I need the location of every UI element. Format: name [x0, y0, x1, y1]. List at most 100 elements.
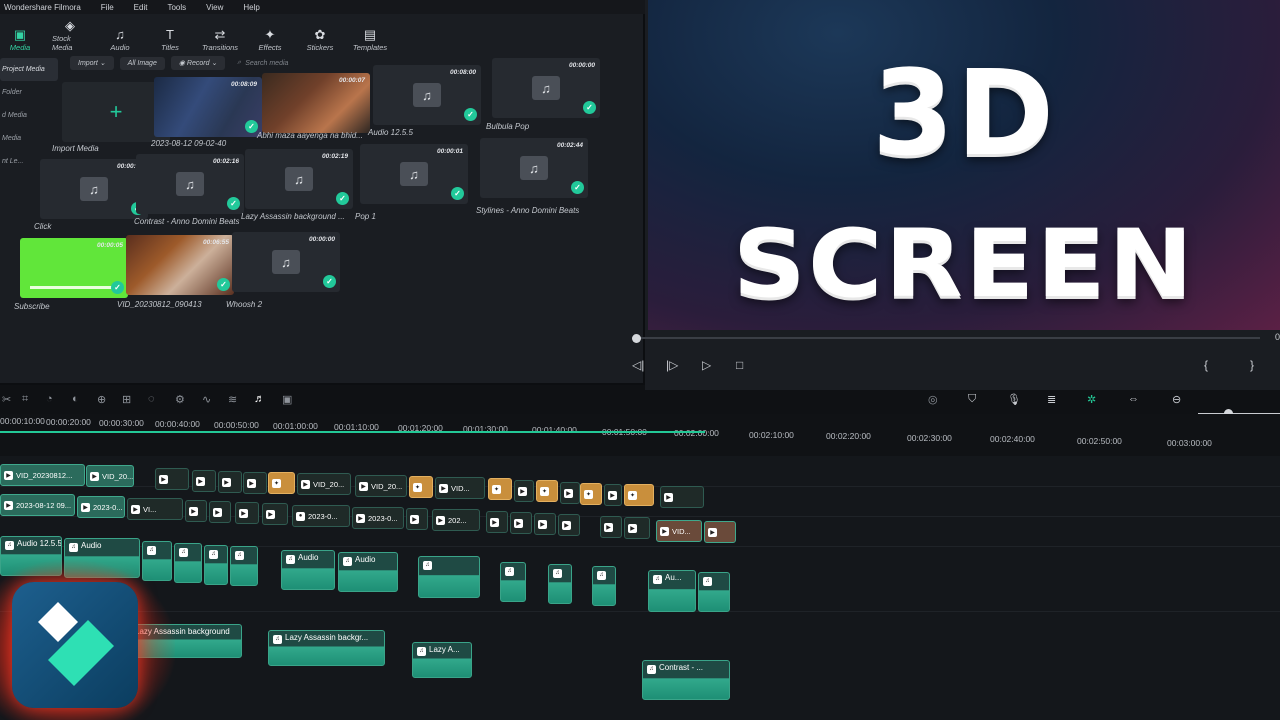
render-icon[interactable]: ◎ [928, 393, 938, 406]
mic-icon[interactable]: 🎙 [1007, 393, 1021, 406]
shield-icon[interactable]: ⛉ [968, 393, 976, 406]
beat-icon[interactable]: ♬ [254, 393, 265, 405]
media-card[interactable]: 00:00:01♫✓ [40, 159, 148, 219]
audio-clip[interactable]: ♫ [500, 562, 526, 602]
ai-icon[interactable]: ✲ [1087, 393, 1096, 406]
tab-templates[interactable]: ▤ Templates [352, 27, 388, 56]
timeline-clip[interactable]: ▶ [704, 521, 736, 543]
media-card[interactable]: 00:02:44 ♫ ✓ [480, 138, 588, 198]
audio-clip[interactable]: ♫ [204, 545, 228, 585]
timeline-clip[interactable]: ▶ VID_20230812... [0, 464, 85, 486]
eq-icon[interactable]: ≋ [228, 393, 237, 406]
zoom-out-icon[interactable]: ⊖ [1172, 393, 1181, 406]
timeline-clip[interactable]: ● 2023-0... [292, 505, 350, 527]
timeline-clip[interactable]: ▶ [218, 471, 242, 493]
tab-media[interactable]: ▣ Media [2, 27, 38, 56]
time-ruler[interactable]: 00:00:10:00 00:00:20:00 00:00:30:00 00:0… [0, 414, 1280, 456]
tab-stickers[interactable]: ✿ Stickers [302, 27, 338, 56]
play-icon[interactable]: ▷ [702, 358, 711, 372]
media-card[interactable]: 00:02:16 ♫ ✓ [136, 154, 244, 214]
timeline-clip[interactable]: ▶ VID... [435, 477, 485, 499]
preview-scrubber[interactable]: 0 [632, 332, 1280, 343]
timeline-sticker-clip[interactable]: ✦ [268, 472, 295, 494]
timeline-sticker-clip[interactable]: ✦ [624, 484, 654, 506]
timeline-clip[interactable]: ▶ [510, 512, 532, 534]
media-card[interactable]: 00:00:07 [262, 73, 370, 133]
adjust-icon[interactable]: ⚙ [175, 393, 185, 406]
timeline-sticker-clip[interactable]: ✦ [580, 483, 602, 505]
tab-audio[interactable]: ♫ Audio [102, 27, 138, 56]
fit-icon[interactable]: ⇔ [1128, 393, 1139, 405]
timeline-clip[interactable]: ▶ 2023-08-12 09... [0, 494, 75, 516]
stop-icon[interactable]: □ [736, 358, 743, 372]
timeline-sticker-clip[interactable]: ✦ [409, 476, 433, 498]
music-clip[interactable]: ♫ Lazy A... [412, 642, 472, 678]
menu-tools[interactable]: Tools [167, 3, 186, 12]
tab-stock-media[interactable]: ◈ Stock Media [52, 18, 88, 56]
tab-effects[interactable]: ✦ Effects [252, 27, 288, 56]
timeline-clip[interactable]: ▶ [604, 484, 622, 506]
media-card[interactable]: 00:08:09 ✓ [154, 77, 262, 137]
menu-view[interactable]: View [206, 3, 223, 12]
audio-clip[interactable]: ♫ [592, 566, 616, 606]
mask-icon[interactable]: ◌ [148, 393, 155, 405]
music-clip[interactable]: ♫ Contrast - ... [642, 660, 730, 700]
timeline-clip[interactable]: ▶ VID... [656, 520, 702, 542]
audio-wave-icon[interactable]: ∿ [202, 393, 211, 406]
media-card[interactable]: 00:00:00 ♫ ✓ [492, 58, 600, 118]
audio-clip[interactable]: ♫ Au... [648, 570, 696, 612]
timeline-clip[interactable]: ▶ [486, 511, 508, 533]
timeline-clip[interactable]: ▶ [209, 501, 231, 523]
menu-help[interactable]: Help [243, 3, 259, 12]
music-clip[interactable]: ♫ Lazy Assassin backgr... [268, 630, 385, 666]
timeline-clip[interactable]: ▶ [185, 500, 207, 522]
menu-edit[interactable]: Edit [134, 3, 148, 12]
speed-icon[interactable]: ◔ [46, 393, 53, 405]
timeline-clip[interactable]: ▶ [560, 482, 580, 504]
media-card[interactable]: 00:02:19 ♫ ✓ [245, 149, 353, 209]
timeline-clip[interactable]: ▶ VID_20... [297, 473, 351, 495]
timeline-clip[interactable]: ▶ 202... [432, 509, 480, 531]
audio-clip[interactable]: ♫ Audio [338, 552, 398, 592]
audio-clip[interactable]: ♫ Audio [281, 550, 335, 590]
timeline-sticker-clip[interactable]: ✦ [536, 480, 558, 502]
tab-titles[interactable]: T Titles [152, 27, 188, 56]
timeline-clip[interactable]: ▶ [600, 516, 622, 538]
timeline-clip[interactable]: ▶ [262, 503, 288, 525]
media-card[interactable]: 00:06:55 ✓ [126, 235, 234, 295]
media-card[interactable]: 00:00:05 ✓ [20, 238, 128, 298]
timeline-clip[interactable]: ▶ [514, 480, 534, 502]
audio-clip[interactable]: ♫ [418, 556, 480, 598]
timeline-clip[interactable]: ▶ VI... [127, 498, 183, 520]
timeline-clip[interactable]: ▶ 2023-0... [77, 496, 125, 518]
prev-frame-icon[interactable]: ◁| [632, 358, 644, 372]
menu-file[interactable]: File [101, 3, 114, 12]
timeline-clip[interactable]: ▶ [235, 502, 259, 524]
trim-icon[interactable]: ⊞ [122, 393, 131, 406]
color-icon[interactable]: ◐ [72, 393, 79, 405]
timeline-clip[interactable]: ▶ [534, 513, 556, 535]
timeline-clip[interactable]: ▶ [624, 517, 650, 539]
audio-clip[interactable]: ♫ [174, 543, 202, 583]
timeline-clip[interactable]: ▶ [558, 514, 580, 536]
snapshot-icon[interactable]: ▣ [282, 393, 292, 406]
timeline-clip[interactable]: ▶ [243, 472, 267, 494]
audio-clip[interactable]: ♫ [230, 546, 258, 586]
timeline-clip[interactable]: ▶ VID_20... [355, 475, 407, 497]
scrubber-track[interactable] [636, 337, 1260, 339]
crop-icon[interactable]: ⌗ [22, 393, 28, 406]
split-icon[interactable]: ✂ [2, 393, 11, 406]
timeline-sticker-clip[interactable]: ✦ [488, 478, 512, 500]
mark-in-icon[interactable]: { [1204, 358, 1208, 372]
media-card[interactable]: 00:00:00 ♫ ✓ [232, 232, 340, 292]
media-card[interactable]: 00:08:00 ♫ ✓ [373, 65, 481, 125]
timeline-clip[interactable]: ▶ [155, 468, 189, 490]
timeline-clip[interactable]: ▶ 2023-0... [352, 507, 404, 529]
voiceover-icon[interactable]: ≣ [1047, 393, 1056, 406]
timeline-clip[interactable]: ▶ [192, 470, 216, 492]
scrubber-knob[interactable] [632, 334, 641, 343]
mark-out-icon[interactable]: } [1250, 358, 1254, 372]
step-play-icon[interactable]: |▷ [666, 358, 678, 372]
media-card[interactable]: 00:00:01♫✓ [360, 144, 468, 204]
timeline-clip[interactable]: ▶ VID_20... [86, 465, 134, 487]
